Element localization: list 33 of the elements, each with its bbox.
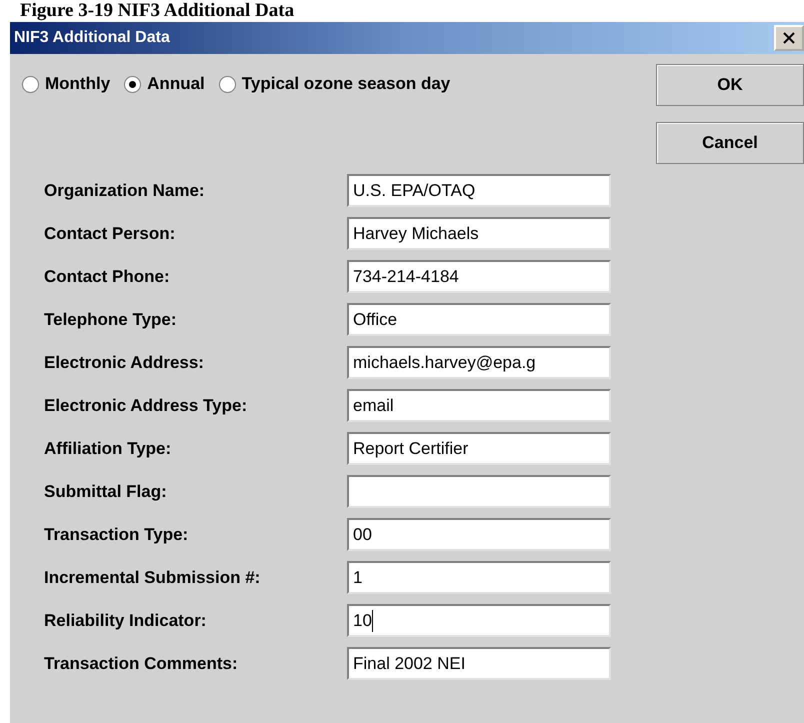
field-label: Contact Person: — [44, 224, 176, 244]
field-label: Organization Name: — [44, 180, 206, 200]
field-label: Reliability Indicator: — [44, 610, 208, 630]
field-label: Transaction Comments: — [44, 654, 239, 674]
input-field[interactable]: 10 — [347, 604, 611, 637]
input-field[interactable]: 00 — [347, 518, 611, 551]
field-label: Contact Phone: — [44, 266, 171, 286]
window-title: NIF3 Additional Data — [14, 29, 170, 47]
field-label: Electronic Address Type: — [44, 396, 248, 416]
input-field[interactable]: U.S. EPA/OTAQ — [347, 174, 611, 207]
field-label: Submittal Flag: — [44, 482, 168, 502]
input-field[interactable]: michaels.harvey@epa.g — [347, 346, 611, 379]
radio-option[interactable]: Typical ozone season day — [218, 74, 450, 94]
field-label: Telephone Type: — [44, 310, 178, 330]
input-field[interactable]: Report Certifier — [347, 432, 611, 465]
cancel-button[interactable]: Cancel — [656, 122, 804, 164]
input-field[interactable] — [347, 475, 611, 508]
input-field[interactable]: Office — [347, 303, 611, 336]
ok-button[interactable]: OK — [656, 64, 804, 106]
input-field[interactable]: Harvey Michaels — [347, 217, 611, 250]
input-field[interactable]: email — [347, 389, 611, 422]
field-label: Electronic Address: — [44, 352, 205, 372]
field-label: Transaction Type: — [44, 524, 190, 544]
close-button[interactable] — [774, 25, 804, 51]
field-label: Incremental Submission #: — [44, 568, 262, 588]
input-field[interactable]: 734-214-4184 — [347, 260, 611, 293]
radio-option[interactable]: Monthly — [22, 74, 110, 94]
field-label: Affiliation Type: — [44, 438, 172, 458]
figure-caption: Figure 3-19 NIF3 Additional Data — [20, 0, 294, 21]
input-field[interactable]: Final 2002 NEI — [347, 647, 611, 680]
input-field[interactable]: 1 — [347, 561, 611, 594]
radio-option[interactable]: Annual — [124, 74, 205, 94]
close-icon — [782, 31, 796, 45]
